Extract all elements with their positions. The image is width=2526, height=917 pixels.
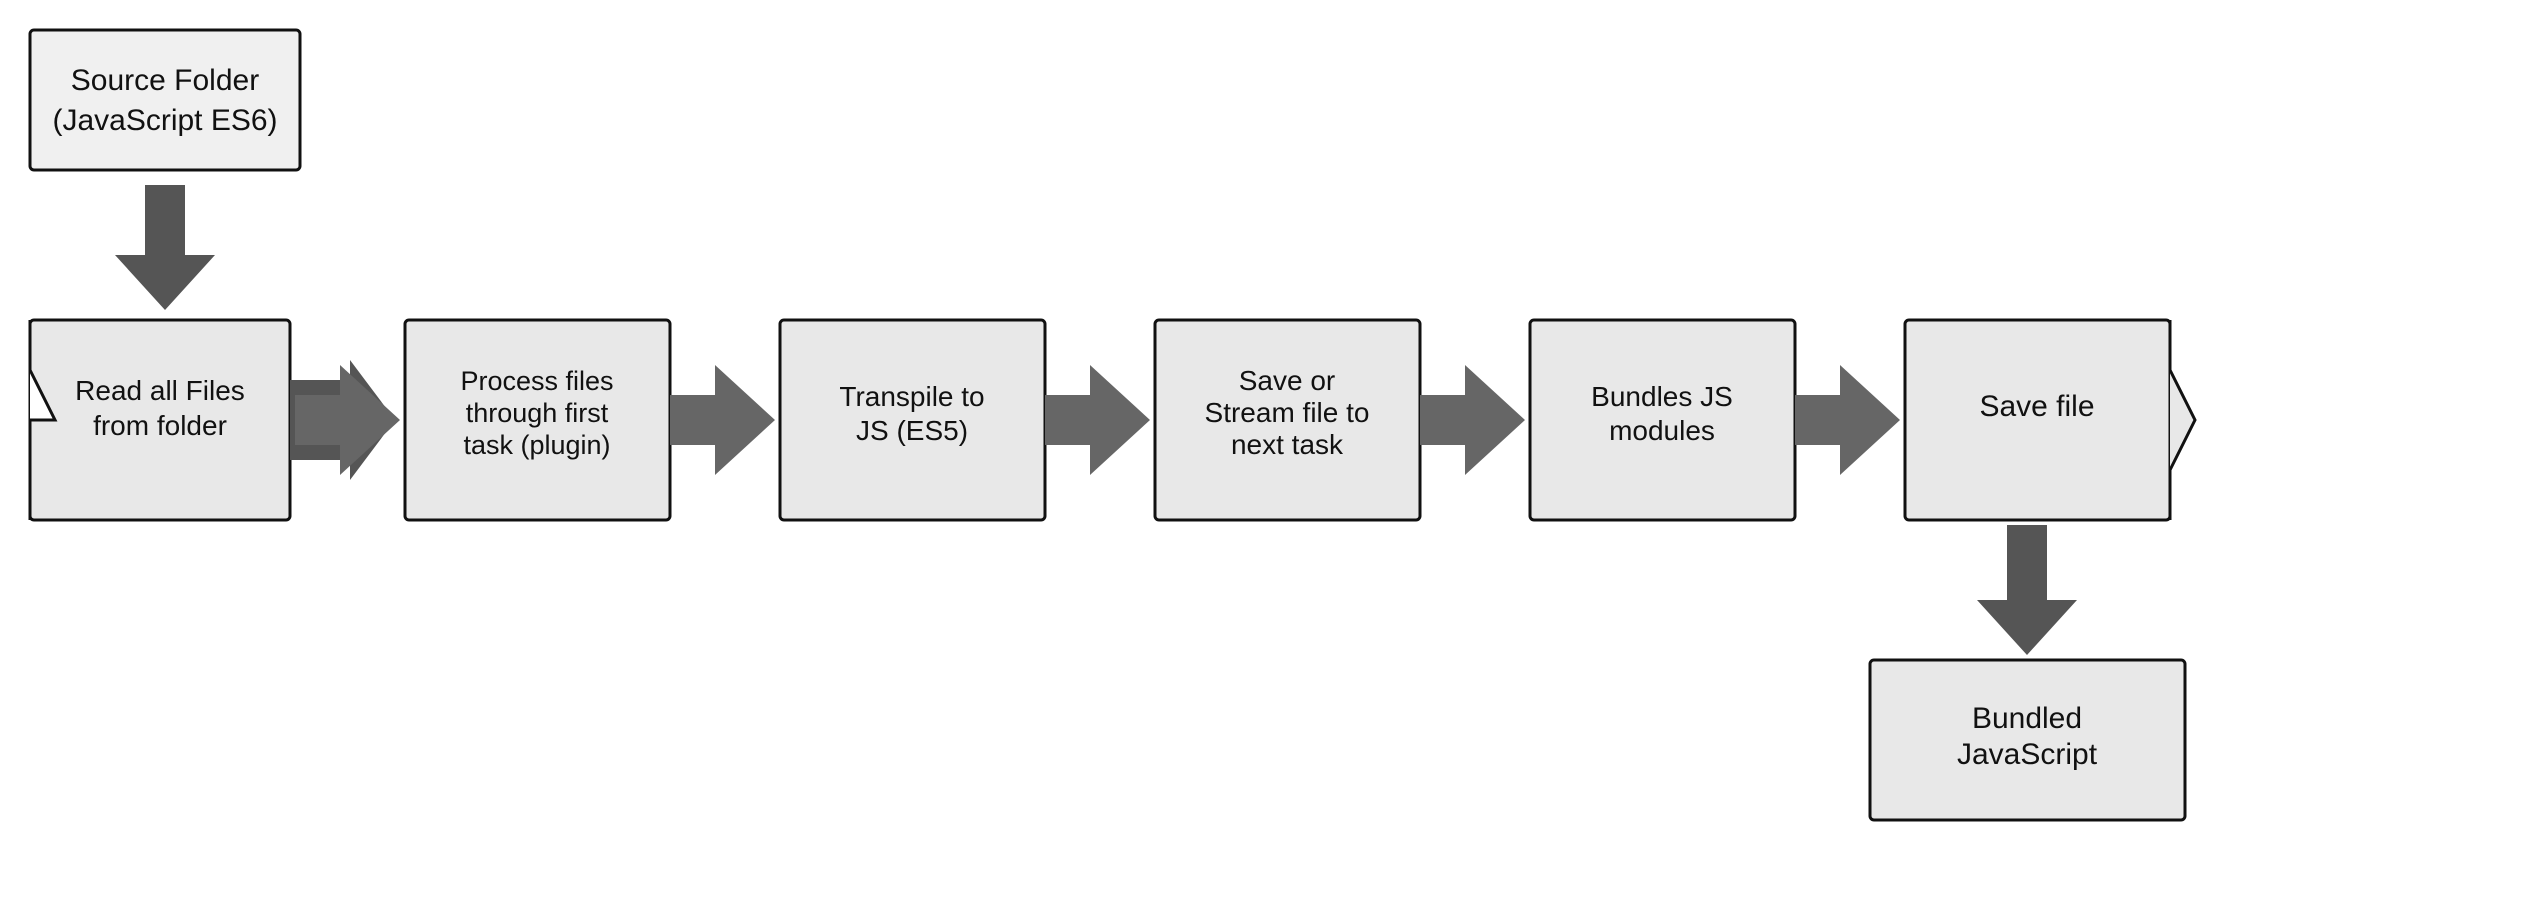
svg-text:through first: through first bbox=[466, 398, 609, 428]
svg-text:Bundles JS: Bundles JS bbox=[1591, 381, 1733, 412]
read-files-box: Read all Files from folder bbox=[30, 320, 290, 520]
source-box bbox=[30, 30, 300, 170]
svg-text:JS (ES5): JS (ES5) bbox=[856, 415, 968, 446]
svg-text:modules: modules bbox=[1609, 415, 1715, 446]
diagram-svg: Source Folder (JavaScript ES6) Read all … bbox=[0, 0, 2526, 912]
svg-text:Process files: Process files bbox=[460, 366, 613, 396]
svg-text:next task: next task bbox=[1231, 429, 1344, 460]
svg-text:from folder: from folder bbox=[93, 410, 227, 441]
save-file-box: Save file bbox=[1905, 320, 2195, 520]
svg-text:Transpile to: Transpile to bbox=[839, 381, 984, 412]
svg-text:Save file: Save file bbox=[1979, 390, 2094, 423]
diagram-container: Source Folder (JavaScript ES6) Read all … bbox=[0, 0, 2526, 912]
source-box-label: Source Folder bbox=[71, 64, 259, 97]
svg-text:task (plugin): task (plugin) bbox=[463, 430, 610, 460]
svg-text:JavaScript: JavaScript bbox=[1957, 738, 2098, 771]
svg-text:Bundled: Bundled bbox=[1972, 702, 2082, 735]
svg-text:Save or: Save or bbox=[1239, 365, 1336, 396]
svg-text:Stream file to: Stream file to bbox=[1205, 397, 1370, 428]
svg-text:Read all Files: Read all Files bbox=[75, 375, 245, 406]
svg-text:(JavaScript ES6): (JavaScript ES6) bbox=[52, 104, 277, 137]
